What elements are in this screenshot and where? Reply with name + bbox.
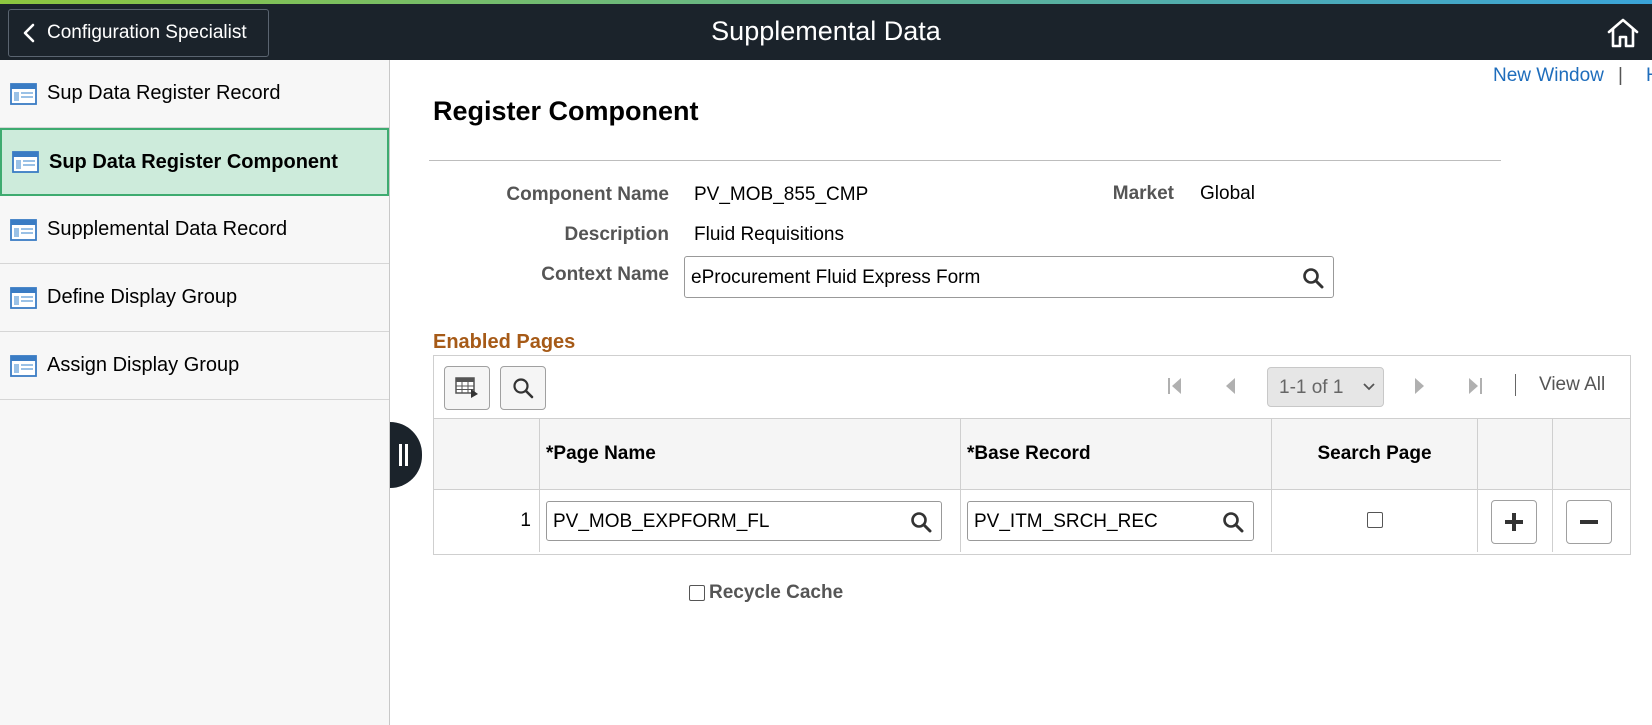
sidebar-item-label: Define Display Group: [47, 286, 238, 308]
base-record-header[interactable]: *Base Record: [960, 419, 1271, 489]
sidebar-item-supplemental-data-record[interactable]: Supplemental Data Record: [0, 196, 389, 264]
search-icon[interactable]: [1222, 511, 1244, 533]
page-name-header[interactable]: *Page Name: [539, 419, 960, 489]
new-window-link[interactable]: New Window: [1493, 65, 1604, 87]
search-icon: [513, 378, 534, 399]
add-column-header: [1477, 419, 1552, 489]
page-icon: [10, 286, 37, 310]
table-row: 1 PV_MOB_EXPFORM_FL PV_ITM_SRCH_REC: [434, 490, 1630, 552]
page-name-input[interactable]: PV_MOB_EXPFORM_FL: [546, 501, 942, 541]
recycle-cache-checkbox[interactable]: [689, 585, 705, 601]
description-value: Fluid Requisitions: [694, 224, 844, 245]
search-icon[interactable]: [1302, 267, 1324, 289]
pager-separator: [1515, 374, 1516, 396]
delete-row-button[interactable]: [1566, 500, 1612, 544]
help-link[interactable]: H: [1646, 65, 1652, 87]
plus-icon: [1505, 513, 1523, 531]
grid-header-row: *Page Name *Base Record Search Page: [434, 418, 1630, 490]
component-name-value: PV_MOB_855_CMP: [694, 184, 869, 205]
market-value: Global: [1200, 183, 1255, 204]
row-number: 1: [520, 510, 531, 531]
top-header: Configuration Specialist Supplemental Da…: [0, 4, 1652, 60]
context-name-label: Context Name: [541, 264, 669, 285]
page-name-cell: PV_MOB_EXPFORM_FL: [539, 490, 960, 552]
context-name-input[interactable]: eProcurement Fluid Express Form: [684, 256, 1334, 298]
search-icon[interactable]: [910, 511, 932, 533]
sidebar-item-label: Sup Data Register Component: [49, 150, 338, 173]
enabled-pages-grid: 1-1 of 1 View All *Page Name *Base Recor…: [433, 355, 1631, 555]
base-record-cell: PV_ITM_SRCH_REC: [960, 490, 1271, 552]
previous-page-icon[interactable]: [1224, 377, 1236, 395]
page-title: Register Component: [433, 96, 699, 126]
enabled-pages-title: Enabled Pages: [433, 331, 576, 353]
page-icon: [10, 82, 37, 106]
back-button[interactable]: Configuration Specialist: [8, 9, 269, 57]
base-record-input[interactable]: PV_ITM_SRCH_REC: [967, 501, 1254, 541]
link-separator: |: [1618, 65, 1623, 86]
chevron-down-icon: [1363, 383, 1375, 391]
search-page-cell: [1271, 490, 1477, 552]
next-page-icon[interactable]: [1414, 377, 1426, 395]
add-row-button[interactable]: [1491, 500, 1537, 544]
recycle-cache-label: Recycle Cache: [709, 582, 844, 603]
chevron-left-icon: [23, 23, 35, 43]
sidebar: Sup Data Register Record Sup Data Regist…: [0, 60, 390, 725]
sidebar-item-label: Supplemental Data Record: [47, 218, 288, 240]
home-icon: [1607, 18, 1639, 48]
delete-column-header: [1552, 419, 1630, 489]
first-page-icon[interactable]: [1167, 377, 1183, 395]
sidebar-item-define-display-group[interactable]: Define Display Group: [0, 264, 389, 332]
sidebar-item-label: Assign Display Group: [47, 354, 240, 376]
personalize-grid-button[interactable]: [444, 366, 490, 410]
search-page-header[interactable]: Search Page: [1271, 419, 1477, 489]
add-row-cell: [1477, 490, 1552, 552]
pager-text: 1-1 of 1: [1279, 377, 1344, 398]
page-name-value: PV_MOB_EXPFORM_FL: [553, 511, 770, 532]
delete-row-cell: [1552, 490, 1630, 552]
page-selector[interactable]: 1-1 of 1: [1267, 367, 1384, 407]
grid-settings-icon: [455, 377, 478, 398]
search-page-checkbox[interactable]: [1367, 512, 1383, 528]
find-in-grid-button[interactable]: [500, 366, 546, 410]
title-divider: [429, 160, 1501, 161]
minus-icon: [1580, 520, 1598, 524]
market-label: Market: [1112, 183, 1174, 204]
sidebar-item-label: Sup Data Register Record: [47, 82, 281, 104]
sidebar-item-sup-data-register-record[interactable]: Sup Data Register Record: [0, 60, 389, 128]
row-number-header: [434, 419, 539, 489]
context-name-value: eProcurement Fluid Express Form: [691, 267, 981, 288]
sidebar-collapse-handle[interactable]: [390, 422, 422, 488]
description-label: Description: [564, 224, 669, 245]
view-all-link[interactable]: View All: [1539, 374, 1605, 396]
base-record-value: PV_ITM_SRCH_REC: [974, 511, 1158, 532]
home-button[interactable]: [1606, 16, 1640, 50]
drag-bar-icon: [405, 444, 408, 466]
drag-bar-icon: [399, 444, 402, 466]
sidebar-item-assign-display-group[interactable]: Assign Display Group: [0, 332, 389, 400]
sidebar-item-sup-data-register-component[interactable]: Sup Data Register Component: [0, 128, 389, 196]
page-icon: [10, 354, 37, 378]
component-name-label: Component Name: [506, 184, 669, 205]
page-icon: [10, 218, 37, 242]
back-button-label: Configuration Specialist: [47, 22, 247, 43]
last-page-icon[interactable]: [1467, 377, 1483, 395]
row-number-cell: 1: [434, 490, 539, 552]
recycle-cache-option[interactable]: Recycle Cache: [689, 582, 843, 604]
page-icon: [12, 150, 39, 174]
